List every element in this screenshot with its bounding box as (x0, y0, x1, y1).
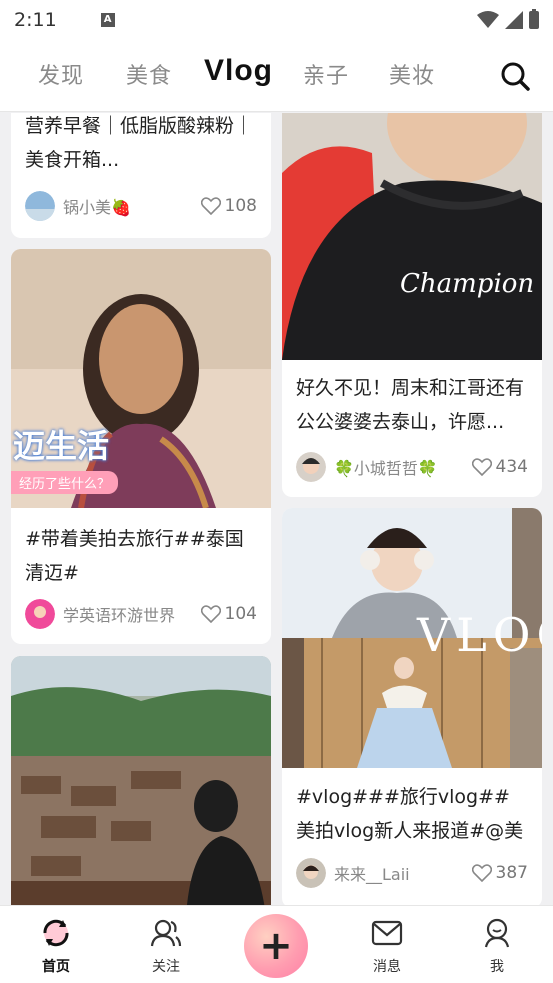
home-icon (43, 919, 69, 947)
like-button[interactable]: 387 (471, 863, 528, 883)
nav-home-label: 首页 (42, 959, 70, 975)
heart-icon (471, 458, 492, 476)
like-count: 108 (224, 196, 257, 216)
nav-home[interactable]: 首页 (26, 916, 86, 976)
nav-follow-label: 关注 (152, 959, 180, 975)
card-author: 锅小美🍓 (63, 198, 131, 217)
nav-messages-label: 消息 (373, 959, 401, 975)
tab-vlog-label: Vlog (204, 54, 273, 87)
signal-icon (505, 11, 523, 29)
tab-food[interactable]: 美食 (126, 58, 172, 90)
message-icon (371, 920, 403, 946)
avatar (296, 452, 326, 482)
like-button[interactable]: 104 (200, 604, 257, 624)
video-thumbnail (282, 113, 542, 360)
battery-icon (529, 9, 539, 29)
thumbnail-caption: 迈生活 (13, 427, 110, 465)
card-title: #带着美拍去旅行##泰国清迈# (25, 528, 244, 584)
category-tabs: 发现 美食 Vlog 亲子 美妆 (0, 40, 553, 112)
card-author: 🍀小城哲哲🍀 (334, 459, 438, 478)
card-title: 好久不见！周末和江哥还有公公婆婆去泰山，许愿... (296, 377, 525, 433)
status-time: 2:11 (14, 9, 57, 31)
like-button[interactable]: 434 (471, 457, 528, 477)
nav-profile-label: 我 (490, 959, 504, 975)
feed-card[interactable]: 迈生活 经历了些什么？ #带着美拍去旅行##泰国清迈# 学英语环游世界 104 (11, 249, 271, 644)
create-button[interactable]: + (244, 914, 308, 978)
plus-icon: + (259, 923, 293, 969)
video-feed[interactable]: 营养早餐｜低脂版酸辣粉｜美食开箱... 锅小美🍓 108 迈生活 经历了些什么？… (0, 113, 553, 905)
nav-profile[interactable]: 我 (467, 916, 527, 976)
feed-card[interactable] (11, 656, 271, 905)
like-count: 104 (224, 604, 257, 624)
avatar (25, 599, 55, 629)
like-button[interactable]: 108 (200, 196, 257, 216)
bottom-navigation: 首页 关注 + 消息 我 (0, 905, 553, 983)
feed-card[interactable]: VLOG #vlog###旅行vlog##美拍vlog新人来报道#@美拍... … (282, 508, 542, 905)
card-author: 来来__Laii (334, 865, 410, 884)
profile-icon (484, 918, 510, 948)
avatar (296, 858, 326, 888)
feed-card[interactable]: 营养早餐｜低脂版酸辣粉｜美食开箱... 锅小美🍓 108 (11, 113, 271, 238)
card-title: 营养早餐｜低脂版酸辣粉｜美食开箱... (25, 115, 254, 171)
like-count: 434 (495, 457, 528, 477)
video-thumbnail (11, 656, 271, 905)
follow-icon (150, 919, 182, 947)
heart-icon (200, 605, 221, 623)
wifi-icon (477, 11, 499, 28)
search-icon[interactable] (499, 60, 531, 92)
like-count: 387 (495, 863, 528, 883)
video-thumbnail (11, 249, 271, 508)
nav-messages[interactable]: 消息 (357, 916, 417, 976)
heart-icon (471, 864, 492, 882)
thumbnail-caption: Champion (400, 269, 535, 299)
avatar (25, 191, 55, 221)
tab-vlog[interactable]: Vlog (204, 52, 273, 92)
notification-icon: A (100, 13, 115, 27)
card-author: 学英语环游世界 (63, 606, 176, 625)
status-bar: 2:11 A (0, 0, 553, 40)
thumbnail-caption: VLOG (417, 608, 542, 662)
tab-discover[interactable]: 发现 (38, 58, 84, 90)
tab-beauty[interactable]: 美妆 (389, 58, 435, 90)
feed-card[interactable]: Champion 好久不见！周末和江哥还有公公婆婆去泰山，许愿... 🍀小城哲哲… (282, 113, 542, 497)
nav-follow[interactable]: 关注 (136, 916, 196, 976)
card-title: #vlog###旅行vlog##美拍vlog新人来报道#@美拍... (296, 786, 524, 842)
thumbnail-subcaption: 经历了些什么？ (11, 471, 119, 494)
tab-parenting[interactable]: 亲子 (303, 58, 349, 90)
heart-icon (200, 197, 221, 215)
